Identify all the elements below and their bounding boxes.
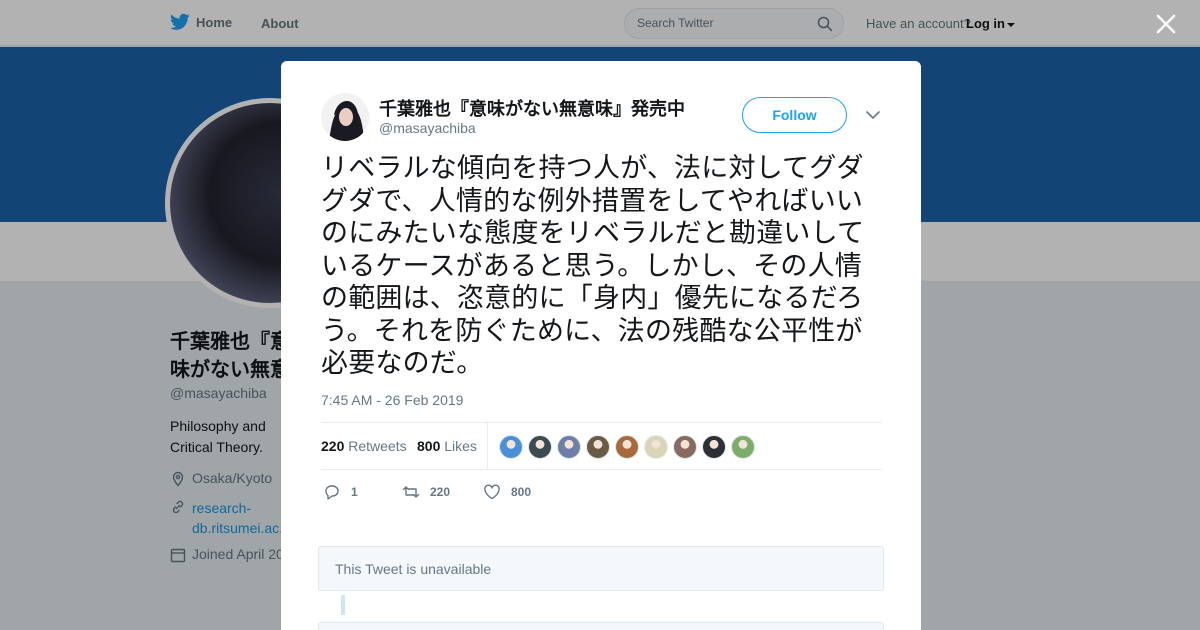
heart-icon bbox=[484, 484, 500, 500]
like-button[interactable]: 800 bbox=[483, 483, 531, 501]
tweet-modal: 千葉雅也『意味がない無意味』発売中 @masayachiba Follow リベ… bbox=[281, 61, 921, 630]
thread-connector bbox=[341, 595, 345, 615]
liker-avatar-7[interactable] bbox=[673, 435, 697, 459]
like-count: 800 bbox=[511, 485, 532, 499]
liker-avatar-4[interactable] bbox=[586, 435, 610, 459]
reply-button[interactable]: 1 bbox=[323, 483, 358, 501]
reply-count: 1 bbox=[351, 485, 358, 499]
author-handle[interactable]: @masayachiba bbox=[379, 120, 476, 136]
retweets-stat[interactable]: 220 Retweets bbox=[321, 438, 407, 454]
likes-count: 800 bbox=[417, 438, 441, 454]
tweet-actions: 1 220 800 bbox=[321, 483, 882, 503]
unavailable-tweet-card: This Tweet is unavailable bbox=[318, 546, 884, 591]
tweet-timestamp[interactable]: 7:45 AM - 26 Feb 2019 bbox=[321, 392, 463, 408]
retweets-label: Retweets bbox=[348, 438, 407, 454]
liker-avatar-3[interactable] bbox=[557, 435, 581, 459]
retweet-button[interactable]: 220 bbox=[402, 483, 450, 501]
retweet-count: 220 bbox=[430, 485, 451, 499]
author-avatar[interactable] bbox=[321, 93, 369, 141]
liker-avatar-2[interactable] bbox=[528, 435, 552, 459]
liker-avatar-6[interactable] bbox=[644, 435, 668, 459]
likes-label: Likes bbox=[444, 438, 477, 454]
retweets-count: 220 bbox=[321, 438, 345, 454]
follow-button[interactable]: Follow bbox=[742, 97, 847, 133]
liker-avatar-9[interactable] bbox=[731, 435, 755, 459]
unavailable-tweet-card-2 bbox=[318, 622, 884, 630]
liker-avatar-1[interactable] bbox=[499, 435, 523, 459]
retweet-icon bbox=[402, 486, 420, 498]
unavailable-text: This Tweet is unavailable bbox=[335, 561, 492, 577]
tweet-text: リベラルな傾向を持つ人が、法に対してグダグダで、人情的な例外措置をしてやればいい… bbox=[321, 153, 865, 379]
reply-icon bbox=[325, 485, 339, 500]
author-name[interactable]: 千葉雅也『意味がない無意味』発売中 bbox=[379, 95, 685, 121]
stats-divider bbox=[487, 423, 488, 470]
author-avatar-image bbox=[321, 93, 369, 141]
liker-avatar-5[interactable] bbox=[615, 435, 639, 459]
tweet-stats: 220 Retweets 800 Likes bbox=[321, 422, 882, 470]
close-icon[interactable] bbox=[1152, 10, 1180, 38]
likes-stat[interactable]: 800 Likes bbox=[417, 438, 477, 454]
chevron-down-icon[interactable] bbox=[865, 109, 881, 121]
liker-avatar-8[interactable] bbox=[702, 435, 726, 459]
